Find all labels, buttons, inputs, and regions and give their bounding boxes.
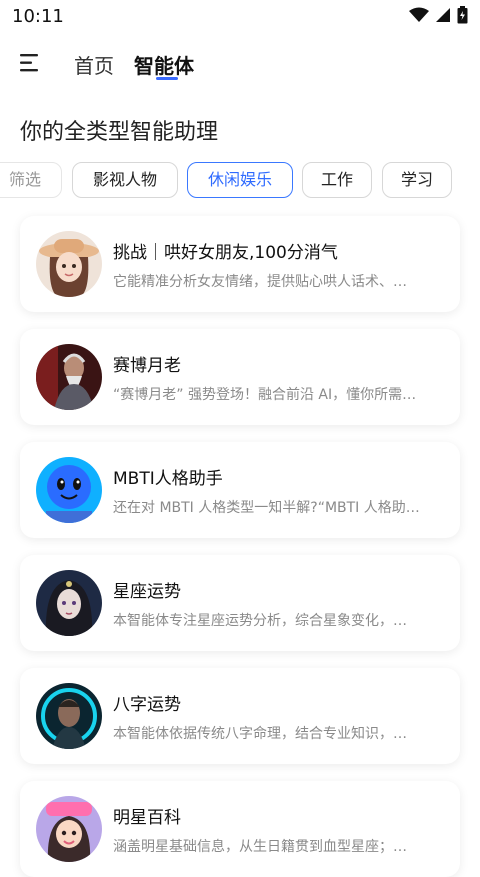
- cartoon-star-avatar: [36, 796, 102, 862]
- status-bar: 10:11: [0, 0, 480, 34]
- category-film-characters[interactable]: 影视人物: [72, 162, 178, 198]
- agent-description: 它能精准分析女友情绪，提供贴心哄人话术、…: [113, 274, 407, 290]
- active-tab-indicator: [156, 77, 178, 80]
- tab-home[interactable]: 首页: [74, 50, 114, 79]
- category-label: 筛选: [8, 170, 41, 189]
- signal-icon: [436, 8, 450, 22]
- agent-card[interactable]: 赛博月老 “赛博月老” 强势登场！融合前沿 AI，懂你所需…: [20, 329, 460, 425]
- agent-description: “赛博月老” 强势登场！融合前沿 AI，懂你所需…: [113, 387, 417, 403]
- girl-hat-avatar: [36, 231, 102, 297]
- category-label: 休闲娱乐: [207, 170, 272, 189]
- agent-card[interactable]: 明星百科 涵盖明星基础信息，从生日籍贯到血型星座；…: [20, 781, 460, 877]
- menu-icon[interactable]: [18, 52, 42, 74]
- status-icons: [409, 6, 468, 24]
- category-leisure-entertainment[interactable]: 休闲娱乐: [187, 162, 293, 198]
- category-study[interactable]: 学习: [382, 162, 452, 198]
- agent-title: MBTI人格助手: [113, 469, 223, 489]
- tab-agent[interactable]: 智能体: [134, 50, 194, 79]
- agent-description: 涵盖明星基础信息，从生日籍贯到血型星座；…: [113, 839, 407, 855]
- agent-description: 还在对 MBTI 人格类型一知半解?“MBTI 人格助…: [113, 500, 420, 516]
- category-label: 影视人物: [92, 170, 157, 189]
- category-label: 学习: [400, 170, 433, 189]
- agent-title: 八字运势: [113, 695, 181, 715]
- agent-card[interactable]: 挑战｜哄好女朋友,100分消气 它能精准分析女友情绪，提供贴心哄人话术、…: [20, 216, 460, 312]
- agent-card[interactable]: MBTI人格助手 还在对 MBTI 人格类型一知半解?“MBTI 人格助…: [20, 442, 460, 538]
- agent-title: 赛博月老: [113, 356, 181, 376]
- blue-robot-avatar: [36, 457, 102, 523]
- top-nav: 首页 智能体: [0, 44, 480, 84]
- agent-card[interactable]: 八字运势 本智能体依据传统八字命理，结合专业知识，…: [20, 668, 460, 764]
- status-time: 10:11: [12, 6, 64, 27]
- agent-description: 本智能体依据传统八字命理，结合专业知识，…: [113, 726, 407, 742]
- agent-title: 明星百科: [113, 808, 181, 828]
- category-filter-bar: 筛选 影视人物 休闲娱乐 工作 学习: [0, 162, 480, 200]
- category-filter[interactable]: 筛选: [0, 162, 62, 198]
- agent-card[interactable]: 星座运势 本智能体专注星座运势分析，综合星象变化，…: [20, 555, 460, 651]
- wifi-icon: [409, 7, 429, 22]
- battery-icon: [457, 6, 468, 24]
- agent-title: 星座运势: [113, 582, 181, 602]
- agent-description: 本智能体专注星座运势分析，综合星象变化，…: [113, 613, 407, 629]
- constellation-girl-avatar: [36, 570, 102, 636]
- category-label: 工作: [320, 170, 353, 189]
- agent-title: 挑战｜哄好女朋友,100分消气: [113, 243, 338, 263]
- old-man-avatar: [36, 344, 102, 410]
- page-headline: 你的全类型智能助理: [20, 120, 219, 145]
- category-work[interactable]: 工作: [302, 162, 372, 198]
- cyber-man-avatar: [36, 683, 102, 749]
